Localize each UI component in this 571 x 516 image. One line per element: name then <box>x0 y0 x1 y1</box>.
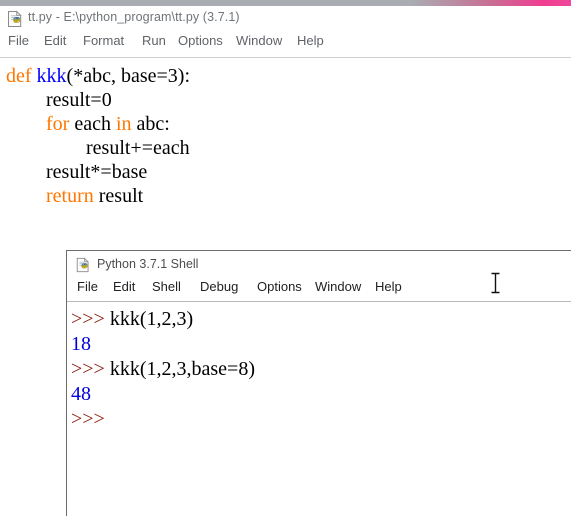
shell-output-line: >>> <box>71 407 571 432</box>
shell-menu-window[interactable]: Window <box>315 279 361 294</box>
shell-token: >>> <box>71 358 110 380</box>
editor-menu-help[interactable]: Help <box>297 33 324 48</box>
code-token: result+=each <box>86 137 190 159</box>
shell-menu-debug[interactable]: Debug <box>200 279 238 294</box>
code-token: def <box>6 65 37 87</box>
code-token: for <box>46 113 75 135</box>
code-token: kkk <box>36 65 67 87</box>
code-token: result*=base <box>46 161 148 183</box>
code-token: (*abc, base=3): <box>66 65 190 87</box>
shell-menu-file[interactable]: File <box>77 279 98 294</box>
editor-title-text: tt.py - E:\python_program\tt.py (3.7.1) <box>28 10 240 24</box>
shell-token: >>> <box>71 408 105 430</box>
code-line: result+=each <box>6 136 190 160</box>
code-token: result=0 <box>46 89 112 111</box>
code-line: for each in abc: <box>6 112 170 136</box>
code-token: each <box>74 113 116 135</box>
shell-title-text: Python 3.7.1 Shell <box>97 257 199 271</box>
shell-output-line: >>> kkk(1,2,3) <box>71 307 571 332</box>
code-token: in <box>115 113 137 135</box>
python-file-icon <box>75 257 91 273</box>
code-token: return <box>46 185 99 207</box>
editor-menu-edit[interactable]: Edit <box>44 33 66 48</box>
code-line: result=0 <box>6 88 112 112</box>
shell-token: kkk(1,2,3,base=8) <box>109 358 255 380</box>
editor-menu-options[interactable]: Options <box>178 33 223 48</box>
python-file-icon <box>6 10 24 28</box>
code-token: abc: <box>136 113 170 135</box>
shell-token: 48 <box>71 383 91 405</box>
code-line: def kkk(*abc, base=3): <box>6 64 190 88</box>
shell-menu-options[interactable]: Options <box>257 279 302 294</box>
shell-output-line: 48 <box>71 382 571 407</box>
shell-token: >>> <box>71 308 110 330</box>
editor-menu-run[interactable]: Run <box>142 33 166 48</box>
shell-output-text-area[interactable]: >>> kkk(1,2,3) 18 >>> kkk(1,2,3,base=8) 48 >… <box>67 302 571 516</box>
editor-menu-format[interactable]: Format <box>83 33 124 48</box>
editor-menu-file[interactable]: File <box>8 33 29 48</box>
shell-token: kkk(1,2,3) <box>109 308 194 330</box>
shell-output-line: 18 <box>71 332 571 357</box>
editor-title-bar: tt.py - E:\python_program\tt.py (3.7.1) <box>0 6 571 32</box>
code-line: result*=base <box>6 160 147 184</box>
shell-output-line: >>> kkk(1,2,3,base=8) <box>71 357 571 382</box>
shell-token: 18 <box>71 333 91 355</box>
shell-menu-shell[interactable]: Shell <box>152 279 181 294</box>
code-line: return result <box>6 184 143 208</box>
i-beam-text-cursor <box>490 272 501 294</box>
code-token: result <box>98 185 144 207</box>
editor-menu-window[interactable]: Window <box>236 33 282 48</box>
editor-menu-bar: File Edit Format Run Options Window Help <box>0 33 571 55</box>
shell-menu-help[interactable]: Help <box>375 279 402 294</box>
shell-menu-edit[interactable]: Edit <box>113 279 135 294</box>
